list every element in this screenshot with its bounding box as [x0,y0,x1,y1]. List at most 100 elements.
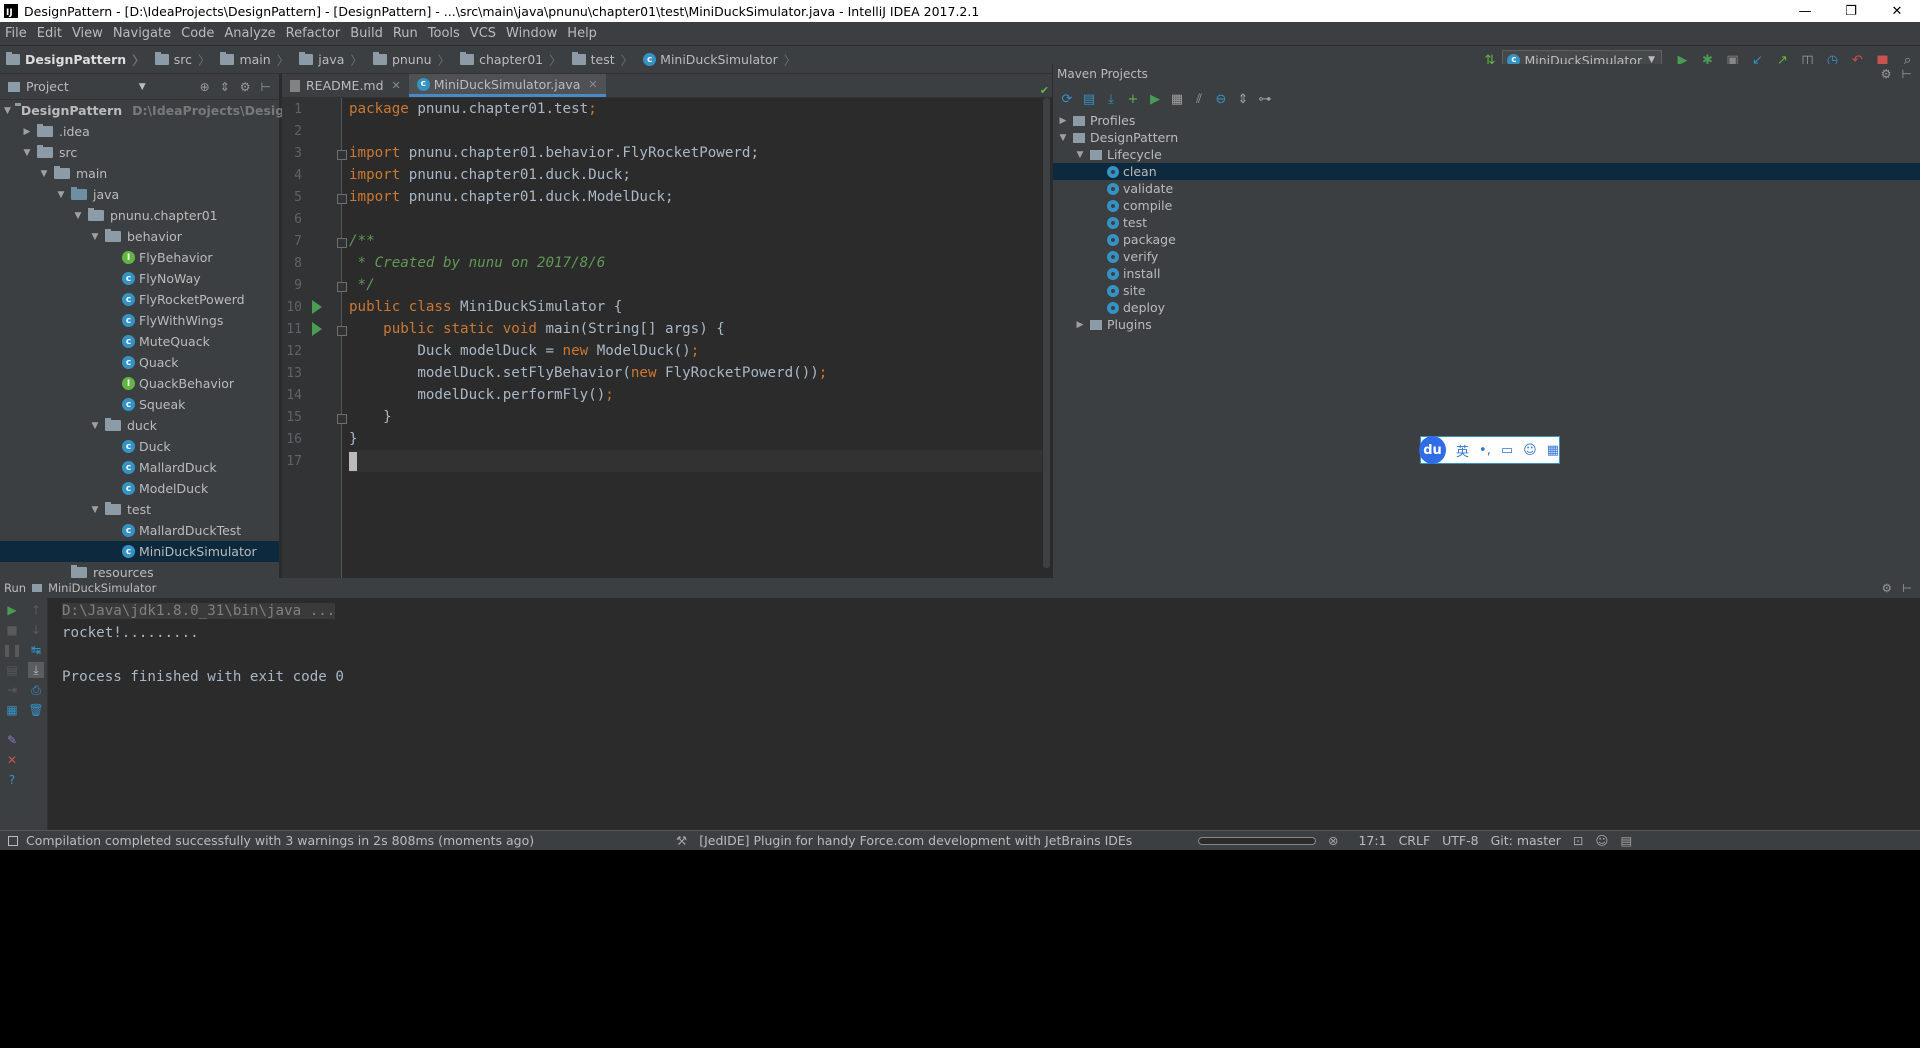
cancel-progress-icon[interactable]: ⊗ [1328,833,1338,848]
close-tab-icon[interactable]: ✕ [392,79,401,92]
settings-gear-icon[interactable]: ⚙ [240,80,251,94]
pause-icon[interactable]: ❚❚ [2,642,22,658]
menu-item-run[interactable]: Run [388,26,423,41]
project-tree-node[interactable]: ▶ .idea [0,121,279,142]
close-icon[interactable]: ✕ [4,752,20,768]
grid-menu-icon[interactable]: ▦ [1547,443,1559,458]
maven-tree-node[interactable]: install [1053,265,1920,282]
project-tree-node[interactable]: c Squeak [0,394,279,415]
run-gutter-icon[interactable] [312,300,322,314]
hide-panel-icon[interactable]: ⊢ [1902,581,1912,595]
expand-right-icon[interactable]: ▶ [1057,116,1069,126]
project-tree-node[interactable]: c Duck [0,436,279,457]
line-separator[interactable]: CRLF [1399,833,1431,848]
console-output[interactable]: D:\Java\jdk1.8.0_31\bin\java ... rocket!.… [62,600,344,688]
project-tree-node[interactable]: ▼ behavior [0,226,279,247]
breadcrumb-item[interactable]: main 〉 [214,50,293,69]
project-tree-node[interactable]: ▼ main [0,163,279,184]
show-dependencies-icon[interactable]: ⊶ [1257,92,1273,107]
expand-down-icon[interactable]: ▼ [89,421,101,431]
project-tree-node[interactable]: ▼ test [0,499,279,520]
down-arrow-icon[interactable]: ↓ [28,622,44,638]
caret-position[interactable]: 17:1 [1358,833,1386,848]
project-tree-node[interactable]: c ModelDuck [0,478,279,499]
project-tree-node[interactable]: c FlyRocketPowerd [0,289,279,310]
rerun-icon[interactable]: ▶ [4,602,20,618]
collapse-all-icon[interactable]: ⇕ [1235,92,1251,107]
chevron-down-icon[interactable]: ▼ [139,82,146,92]
ime-toolbar[interactable]: du 英 •, ▭ ☺ ▦ [1419,436,1560,464]
settings-gear-icon[interactable]: ⚙ [1882,581,1892,595]
project-tree-node[interactable]: ▼ pnunu.chapter01 [0,205,279,226]
project-tree-node[interactable]: I QuackBehavior [0,373,279,394]
fold-marker-icon[interactable] [337,282,347,292]
generate-sources-icon[interactable]: ▤ [1081,92,1097,107]
pin-icon[interactable]: ✎ [4,732,20,748]
reimport-icon[interactable]: ⟳ [1059,92,1075,107]
menu-item-tools[interactable]: Tools [423,26,465,41]
menu-item-view[interactable]: View [67,26,108,41]
fold-marker-icon[interactable] [337,326,347,336]
editor-tab[interactable]: c MiniDuckSimulator.java ✕ [408,74,606,97]
menu-item-refactor[interactable]: Refactor [281,26,346,41]
expand-right-icon[interactable]: ▶ [1074,320,1086,330]
menu-item-analyze[interactable]: Analyze [219,26,280,41]
menu-item-help[interactable]: Help [562,26,602,41]
fold-marker-icon[interactable] [337,238,347,248]
expand-right-icon[interactable]: ▶ [21,127,33,137]
exit-icon[interactable]: ⇥ [4,682,20,698]
run-gutter-icon[interactable] [312,322,322,336]
menu-item-edit[interactable]: Edit [32,26,67,41]
maven-tree-node[interactable]: ▼ DesignPattern [1053,129,1920,146]
lock-icon[interactable]: ⊡ [1573,833,1583,848]
tool-windows-toggle-icon[interactable] [8,835,18,846]
fold-marker-icon[interactable] [337,150,347,160]
project-tree-node[interactable]: I FlyBehavior [0,247,279,268]
scroll-to-end-icon[interactable]: ⤓ [28,662,44,678]
project-tree-node[interactable]: c MuteQuack [0,331,279,352]
collapse-all-icon[interactable]: ⇕ [220,80,230,94]
inspector-icon[interactable]: ☺ [1595,833,1608,848]
expand-down-icon[interactable]: ▼ [89,505,101,515]
close-button[interactable]: ✕ [1874,0,1920,22]
maven-tree-node[interactable]: validate [1053,180,1920,197]
menu-item-navigate[interactable]: Navigate [108,26,176,41]
settings-gear-icon[interactable]: ⚙ [1881,67,1892,81]
punctuation-icon[interactable]: •, [1479,443,1491,458]
fold-marker-icon[interactable] [337,194,347,204]
plugin-notice[interactable]: ⚒ [JedIDE] Plugin for handy Force.com de… [676,833,1132,848]
project-tree-node[interactable]: c FlyNoWay [0,268,279,289]
skip-tests-icon[interactable]: ⊖ [1213,92,1229,107]
ime-language-indicator[interactable]: 英 [1456,441,1469,460]
hide-panel-icon[interactable]: ⊢ [1902,67,1912,81]
project-tree-node[interactable]: ▼ src [0,142,279,163]
project-tree-node[interactable]: ▼ duck [0,415,279,436]
up-arrow-icon[interactable]: ↑ [28,602,44,618]
project-tree-node[interactable]: c MallardDuck [0,457,279,478]
minimize-button[interactable]: — [1782,0,1828,22]
maven-settings-icon[interactable]: ▦ [1169,92,1185,107]
maven-tree-node[interactable]: clean [1053,163,1920,180]
maximize-button[interactable]: ❐ [1828,0,1874,22]
maven-tree-node[interactable]: ▼ Lifecycle [1053,146,1920,163]
menu-item-build[interactable]: Build [345,26,388,41]
project-tree-node[interactable]: c FlyWithWings [0,310,279,331]
project-tree-node[interactable]: ▼ java [0,184,279,205]
add-icon[interactable]: + [1125,92,1141,107]
project-tree-node[interactable]: c Quack [0,352,279,373]
soft-wrap-icon[interactable]: ↹ [28,642,44,658]
toggle-offline-icon[interactable]: ⫽ [1191,92,1207,107]
user-icon[interactable]: ☺ [1523,443,1537,458]
editor-tab[interactable]: README.md ✕ [282,74,409,97]
breadcrumb-item[interactable]: DesignPattern 〉 [0,50,149,69]
expand-down-icon[interactable]: ▼ [1074,150,1086,160]
maven-tree-node[interactable]: compile [1053,197,1920,214]
clear-all-icon[interactable]: 🗑 [28,702,44,718]
restore-layout-icon[interactable]: ▦ [4,702,20,718]
maven-tree-node[interactable]: deploy [1053,299,1920,316]
menu-item-code[interactable]: Code [176,26,219,41]
maven-tree-node[interactable]: site [1053,282,1920,299]
expand-down-icon[interactable]: ▼ [38,169,50,179]
maven-tree-node[interactable]: package [1053,231,1920,248]
breadcrumb-item[interactable]: c MiniDuckSimulator 〉 [637,50,800,69]
